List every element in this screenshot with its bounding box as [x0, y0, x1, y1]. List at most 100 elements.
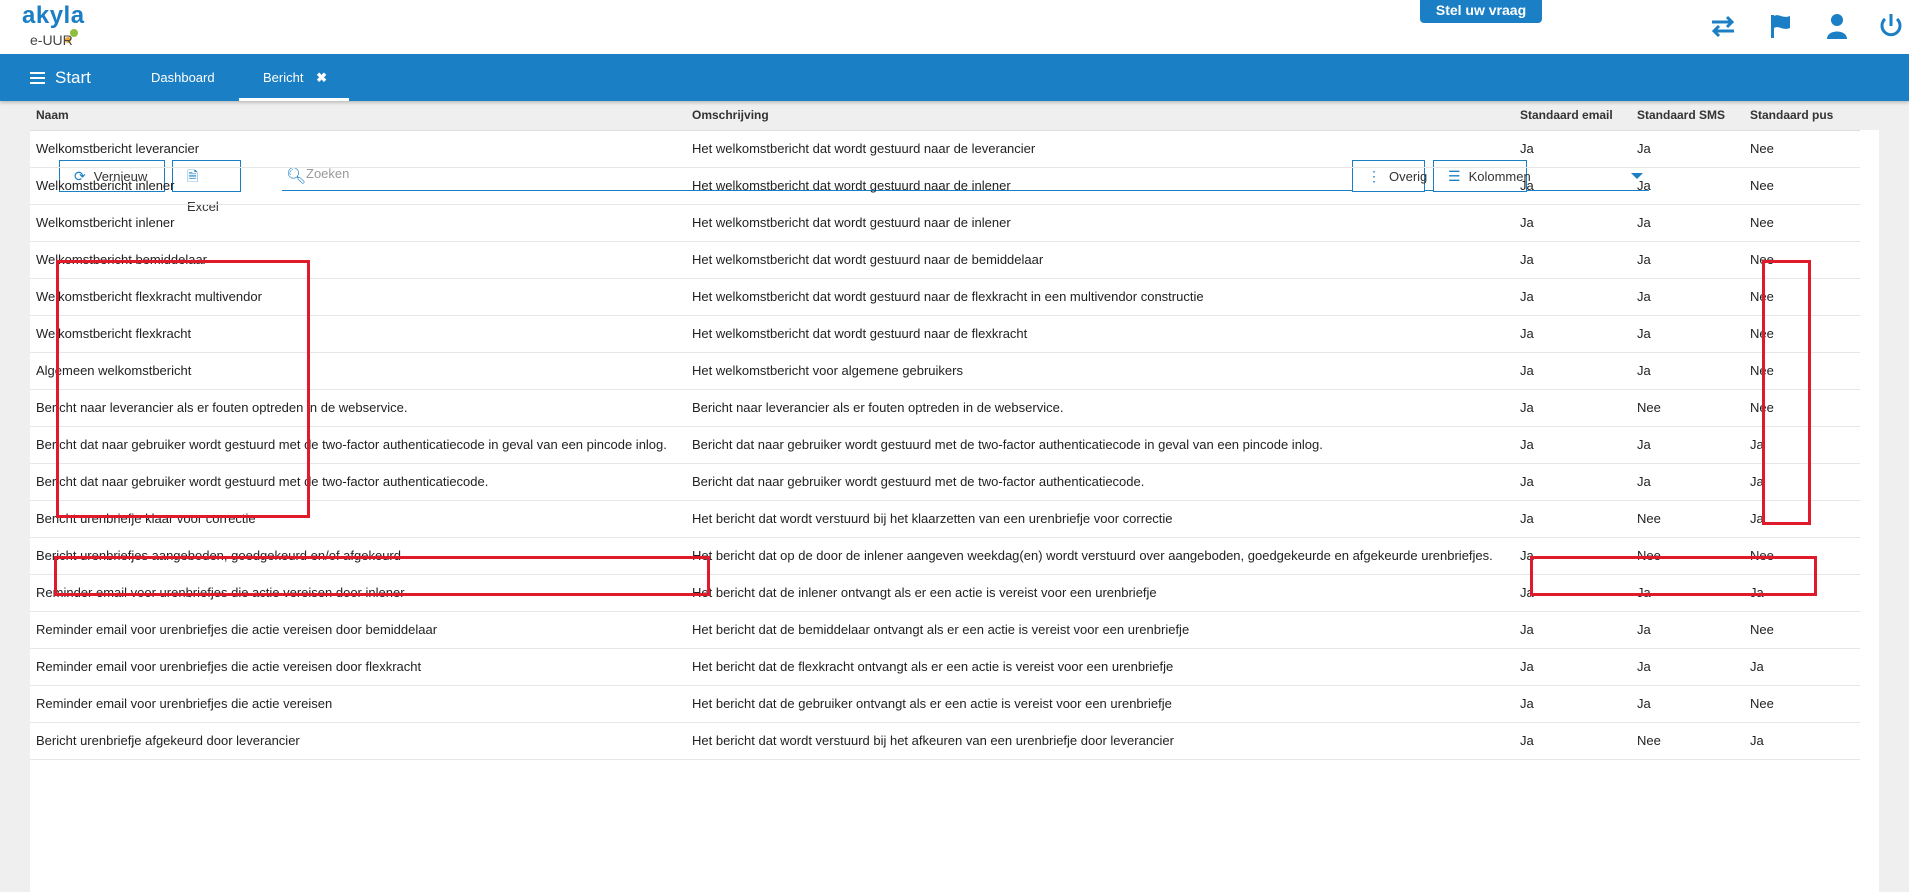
- cell-description: Het welkomstbericht dat wordt gestuurd n…: [686, 315, 1514, 353]
- cell-name: Welkomstbericht inlener: [30, 204, 686, 242]
- column-header-name[interactable]: Naam: [30, 100, 686, 131]
- table-row[interactable]: Reminder email voor urenbriefjes die act…: [30, 685, 1860, 723]
- cell-name: Bericht dat naar gebruiker wordt gestuur…: [30, 463, 686, 501]
- cell-email: Ja: [1514, 611, 1631, 649]
- column-header-push[interactable]: Standaard pus: [1744, 100, 1860, 131]
- table-row[interactable]: Bericht dat naar gebruiker wordt gestuur…: [30, 463, 1860, 501]
- tab-bericht[interactable]: Bericht ✖: [239, 54, 349, 101]
- table-row[interactable]: Reminder email voor urenbriefjes die act…: [30, 574, 1860, 612]
- cell-push: Nee: [1744, 278, 1860, 316]
- cell-description: Het welkomstbericht dat wordt gestuurd n…: [686, 167, 1514, 205]
- cell-description: Het bericht dat de flexkracht ontvangt a…: [686, 648, 1514, 686]
- messages-table: Naam Omschrijving Standaard email Standa…: [30, 100, 1860, 760]
- cell-email: Ja: [1514, 574, 1631, 612]
- top-header: akyla e-UUR Stel uw vraag: [0, 0, 1909, 54]
- cell-name: Bericht urenbriefje klaar voor correctie: [30, 500, 686, 538]
- table-row[interactable]: Welkomstbericht inlener Het welkomstberic…: [30, 204, 1860, 242]
- cell-email: Ja: [1514, 426, 1631, 464]
- power-icon[interactable]: [1876, 12, 1906, 40]
- table-row[interactable]: Bericht urenbriefjes aangeboden, goedgek…: [30, 537, 1860, 575]
- cell-name: Bericht dat naar gebruiker wordt gestuur…: [30, 426, 686, 464]
- cell-push: Nee: [1744, 167, 1860, 205]
- cell-sms: Ja: [1631, 278, 1744, 316]
- cell-description: Bericht dat naar gebruiker wordt gestuur…: [686, 426, 1514, 464]
- cell-push: Nee: [1744, 315, 1860, 353]
- tab-dashboard[interactable]: Dashboard: [128, 54, 238, 101]
- cell-email: Ja: [1514, 204, 1631, 242]
- cell-description: Bericht naar leverancier als er fouten o…: [686, 389, 1514, 427]
- tab-label: Dashboard: [151, 70, 215, 85]
- table-row[interactable]: Reminder email voor urenbriefjes die act…: [30, 648, 1860, 686]
- cell-push: Nee: [1744, 685, 1860, 723]
- start-menu-button[interactable]: Start: [30, 68, 91, 88]
- cell-name: Reminder email voor urenbriefjes die act…: [30, 648, 686, 686]
- table-header-row: Naam Omschrijving Standaard email Standa…: [30, 100, 1860, 131]
- cell-email: Ja: [1514, 722, 1631, 760]
- cell-name: Bericht naar leverancier als er fouten o…: [30, 389, 686, 427]
- cell-name: Welkomstbericht leverancier: [30, 130, 686, 168]
- column-header-sms[interactable]: Standaard SMS: [1631, 100, 1744, 131]
- akyla-logo[interactable]: akyla e-UUR: [22, 2, 92, 50]
- cell-description: Het bericht dat de gebruiker ontvangt al…: [686, 685, 1514, 723]
- cell-name: Algemeen welkomstbericht: [30, 352, 686, 390]
- table-row[interactable]: Bericht urenbriefje afgekeurd door lever…: [30, 722, 1860, 760]
- table-row[interactable]: Welkomstbericht inlener Het welkomstberic…: [30, 167, 1860, 205]
- cell-push: Nee: [1744, 389, 1860, 427]
- cell-email: Ja: [1514, 278, 1631, 316]
- cell-sms: Ja: [1631, 685, 1744, 723]
- logo-subtext: e-UUR: [30, 32, 73, 48]
- table-row[interactable]: Algemeen welkomstbericht Het welkomstberi…: [30, 352, 1860, 390]
- cell-email: Ja: [1514, 130, 1631, 168]
- cell-description: Het bericht dat op de door de inlener aa…: [686, 537, 1514, 575]
- cell-sms: Ja: [1631, 167, 1744, 205]
- table-row[interactable]: Welkomstbericht flexkracht multivendor He…: [30, 278, 1860, 316]
- cell-push: Ja: [1744, 648, 1860, 686]
- cell-sms: Ja: [1631, 204, 1744, 242]
- cell-description: Het bericht dat de inlener ontvangt als …: [686, 574, 1514, 612]
- table-row[interactable]: Welkomstbericht leverancier Het welkomstb…: [30, 130, 1860, 168]
- table-row[interactable]: Reminder email voor urenbriefjes die act…: [30, 611, 1860, 649]
- column-header-email[interactable]: Standaard email: [1514, 100, 1631, 131]
- cell-push: Ja: [1744, 574, 1860, 612]
- user-icon[interactable]: [1822, 12, 1852, 40]
- cell-description: Het bericht dat wordt verstuurd bij het …: [686, 500, 1514, 538]
- cell-email: Ja: [1514, 537, 1631, 575]
- cell-description: Het welkomstbericht dat wordt gestuurd n…: [686, 130, 1514, 168]
- cell-name: Welkomstbericht flexkracht: [30, 315, 686, 353]
- cell-name: Welkomstbericht inlener: [30, 167, 686, 205]
- cell-name: Reminder email voor urenbriefjes die act…: [30, 611, 686, 649]
- hamburger-icon: [30, 72, 45, 84]
- cell-sms: Nee: [1631, 500, 1744, 538]
- cell-email: Ja: [1514, 241, 1631, 279]
- cell-description: Het bericht dat wordt verstuurd bij het …: [686, 722, 1514, 760]
- logo-text: akyla: [22, 2, 85, 29]
- cell-email: Ja: [1514, 463, 1631, 501]
- cell-push: Nee: [1744, 241, 1860, 279]
- swap-icon[interactable]: [1708, 12, 1738, 40]
- ask-question-button[interactable]: Stel uw vraag: [1420, 0, 1542, 23]
- column-header-description[interactable]: Omschrijving: [686, 100, 1514, 131]
- table-row[interactable]: Welkomstbericht flexkracht Het welkomstbe…: [30, 315, 1860, 353]
- cell-sms: Ja: [1631, 352, 1744, 390]
- main-navbar: Start Dashboard Bericht ✖: [0, 54, 1909, 101]
- cell-description: Het bericht dat de bemiddelaar ontvangt …: [686, 611, 1514, 649]
- cell-name: Bericht urenbriefje afgekeurd door lever…: [30, 722, 686, 760]
- cell-name: Reminder email voor urenbriefjes die act…: [30, 685, 686, 723]
- cell-email: Ja: [1514, 500, 1631, 538]
- table-row[interactable]: Bericht dat naar gebruiker wordt gestuur…: [30, 426, 1860, 464]
- cell-push: Ja: [1744, 426, 1860, 464]
- flag-icon[interactable]: [1766, 12, 1796, 40]
- cell-description: Het welkomstbericht dat wordt gestuurd n…: [686, 204, 1514, 242]
- table-row[interactable]: Bericht naar leverancier als er fouten o…: [30, 389, 1860, 427]
- table-row[interactable]: Welkomstbericht bemiddelaar Het welkomstb…: [30, 241, 1860, 279]
- cell-push: Nee: [1744, 130, 1860, 168]
- cell-email: Ja: [1514, 389, 1631, 427]
- cell-push: Ja: [1744, 722, 1860, 760]
- cell-name: Bericht urenbriefjes aangeboden, goedgek…: [30, 537, 686, 575]
- table-row[interactable]: Bericht urenbriefje klaar voor correctie…: [30, 500, 1860, 538]
- cell-email: Ja: [1514, 352, 1631, 390]
- cell-sms: Ja: [1631, 574, 1744, 612]
- cell-email: Ja: [1514, 167, 1631, 205]
- close-tab-icon[interactable]: ✖: [316, 70, 327, 85]
- cell-sms: Ja: [1631, 611, 1744, 649]
